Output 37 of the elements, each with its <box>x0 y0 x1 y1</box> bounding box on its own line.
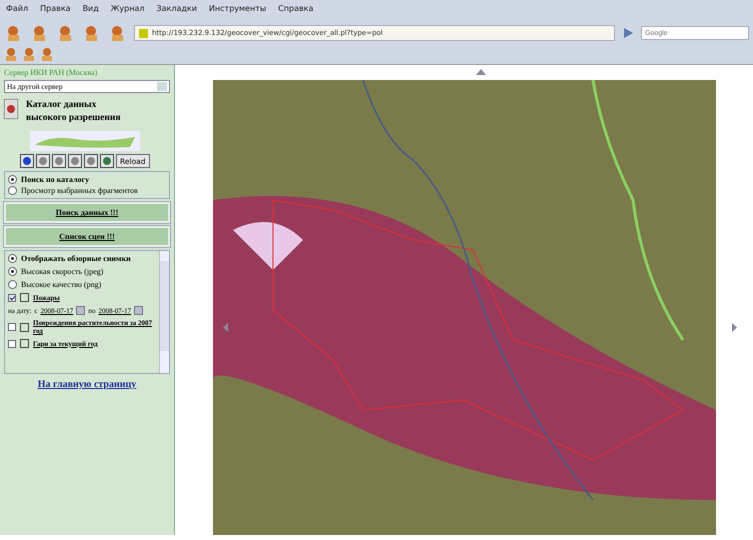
server-label: Сервер ИКИ РАН (Москва) <box>4 68 98 77</box>
radio-button[interactable] <box>8 175 17 184</box>
pan-right-icon[interactable] <box>732 323 737 332</box>
menu-item[interactable]: Справка <box>278 4 314 16</box>
mode-label: Поиск по каталогу <box>21 175 90 184</box>
menu-item[interactable]: Файл <box>6 4 28 16</box>
bookmark-icon[interactable] <box>4 47 18 61</box>
menu-item[interactable]: Правка <box>40 4 71 16</box>
menu-item[interactable]: Вид <box>82 4 99 16</box>
search-data-button[interactable]: Поиск данных !!! <box>4 202 170 223</box>
calendar-icon[interactable] <box>134 306 144 315</box>
mode-label: Просмотр выбранных фрагментов <box>21 186 138 195</box>
option-label: Отображать обзорные снимки <box>21 254 131 263</box>
checkbox[interactable] <box>8 323 16 331</box>
option-label: Высокое качество (png) <box>21 280 102 289</box>
radio-button[interactable] <box>8 267 17 276</box>
emblem-icon <box>4 99 18 119</box>
bookmark-icon[interactable] <box>40 47 54 61</box>
radio-button[interactable] <box>8 186 17 195</box>
catalog-title: высокого разрешения <box>26 112 120 125</box>
scrollbar[interactable] <box>159 251 169 373</box>
checkbox[interactable] <box>8 294 16 302</box>
site-icon <box>139 28 148 38</box>
menu-item[interactable]: Журнал <box>110 4 144 16</box>
menu-item[interactable]: Инструменты <box>208 4 266 16</box>
go-icon[interactable] <box>621 26 635 40</box>
pan-up-icon[interactable] <box>476 69 486 75</box>
option-label: Высокая скорость (jpeg) <box>21 267 104 276</box>
scene-list-button[interactable]: Список сцен !!! <box>4 226 170 247</box>
bookmark-icon[interactable] <box>22 47 36 61</box>
catalog-title: Каталог данных <box>26 99 98 112</box>
menu-item[interactable]: Закладки <box>156 4 197 16</box>
checkbox[interactable] <box>8 340 16 348</box>
radio-button[interactable] <box>8 254 17 263</box>
home-link[interactable]: На главную страницу <box>4 379 170 390</box>
calendar-icon[interactable] <box>76 306 86 315</box>
radio-button[interactable] <box>8 280 17 289</box>
